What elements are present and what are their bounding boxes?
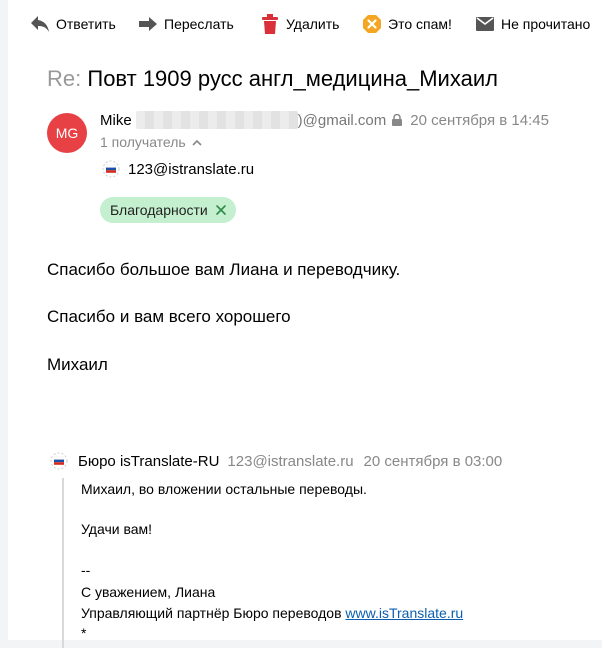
recipient-email: 123@istranslate.ru (128, 160, 255, 178)
envelope-icon (475, 14, 495, 34)
recipients-toggle[interactable]: 1 получатель (100, 134, 202, 150)
message-date: 20 сентября в 14:45 (410, 111, 549, 129)
quoted-sender-name[interactable]: Бюро isTranslate-RU (78, 453, 219, 470)
quoted-line: Удачи вам! (81, 521, 153, 537)
quote-divider (62, 478, 64, 648)
label-tag[interactable]: Благодарности (100, 197, 236, 223)
body-line: Спасибо большое вам Лиана и переводчику. (47, 260, 401, 279)
quoted-sender-email[interactable]: 123@istranslate.ru (227, 453, 353, 470)
delete-button[interactable]: Удалить (260, 8, 339, 40)
avatar[interactable]: MG (47, 113, 87, 153)
quoted-date: 20 сентября в 03:00 (363, 452, 503, 470)
redacted-email-part (135, 111, 298, 129)
quoted-line: С уважением, Лиана (81, 584, 216, 600)
recipient-item[interactable]: 123@istranslate.ru (102, 160, 254, 178)
quoted-line: Михаил, во вложении остальные переводы. (81, 481, 367, 497)
signature-text: Управляющий партнёр Бюро переводов (81, 605, 342, 621)
sender-email-domain[interactable]: )@gmail.com (298, 112, 387, 129)
reply-button[interactable]: Ответить (30, 8, 116, 40)
recipients-count: 1 получатель (100, 134, 186, 150)
sender-name[interactable]: Mike (100, 112, 132, 129)
delete-label: Удалить (286, 16, 340, 32)
flag-icon (50, 452, 68, 470)
website-link[interactable]: www.isTranslate.ru (345, 605, 463, 621)
spam-label: Это спам! (388, 16, 452, 32)
quoted-line: -- (81, 562, 91, 578)
close-icon[interactable] (215, 205, 226, 215)
spam-button[interactable]: Это спам! (362, 8, 452, 40)
trash-icon (260, 14, 280, 34)
forward-arrow-icon (138, 14, 158, 34)
tag-label: Благодарности (110, 202, 208, 218)
mail-view: Ответить Переслать Удалить Это спам! Не … (8, 0, 602, 648)
lock-icon (392, 114, 403, 126)
message-subject: Re: Повт 1909 русс англ_медицина_Михаил (47, 66, 498, 92)
body-line: Спасибо и вам всего хорошего (47, 307, 291, 326)
reply-label: Ответить (56, 16, 116, 32)
chevron-up-icon (192, 139, 202, 146)
flag-icon (102, 160, 120, 178)
toolbar: Ответить Переслать Удалить Это спам! Не … (8, 0, 602, 48)
unread-label: Не прочитано (501, 16, 591, 32)
unread-button[interactable]: Не прочитано (475, 8, 590, 40)
spam-icon (362, 14, 382, 34)
forward-label: Переслать (164, 16, 234, 32)
forward-button[interactable]: Переслать (138, 8, 234, 40)
subject-prefix: Re: (47, 66, 82, 91)
body-line: Михаил (47, 355, 108, 374)
quoted-signature-line: Управляющий партнёр Бюро переводов www.i… (81, 605, 463, 621)
subject-text: Повт 1909 русс англ_медицина_Михаил (87, 66, 498, 91)
quoted-line: * (81, 625, 87, 641)
quoted-header: Бюро isTranslate-RU 123@istranslate.ru 2… (50, 452, 502, 470)
reply-arrow-icon (30, 14, 50, 34)
sender-line: Mike )@gmail.com 20 сентября в 14:45 (100, 111, 549, 129)
